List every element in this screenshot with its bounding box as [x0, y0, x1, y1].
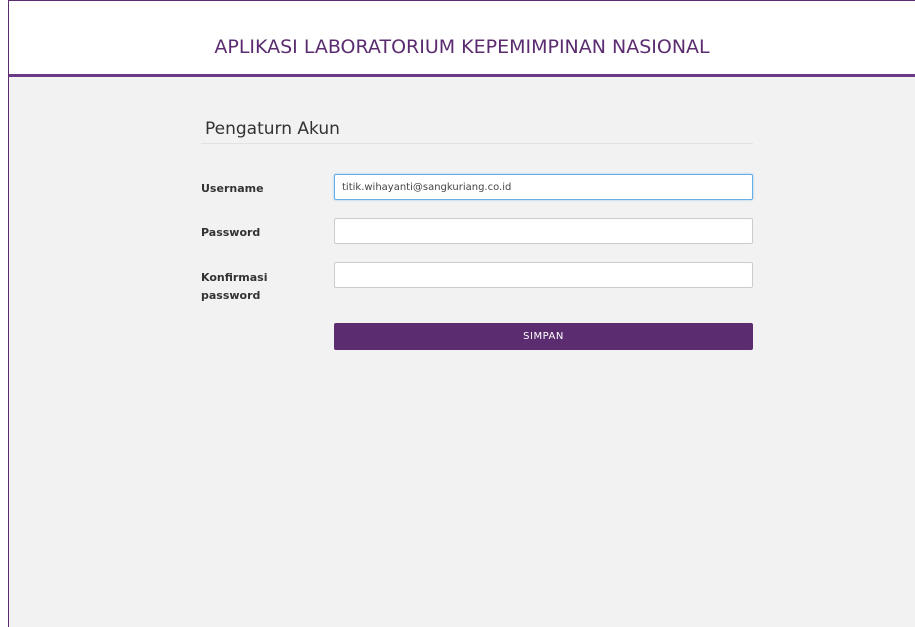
app-frame: APLIKASI LABORATORIUM KEPEMIMPINAN NASIO…	[8, 0, 915, 627]
title-divider	[201, 143, 753, 144]
username-input[interactable]	[334, 174, 753, 200]
app-title: APLIKASI LABORATORIUM KEPEMIMPINAN NASIO…	[214, 36, 710, 58]
save-button[interactable]: SIMPAN	[334, 323, 753, 350]
form-title: Pengaturn Akun	[205, 119, 340, 139]
username-label: Username	[201, 182, 264, 195]
app-header: APLIKASI LABORATORIUM KEPEMIMPINAN NASIO…	[9, 1, 915, 77]
password-label: Password	[201, 226, 261, 239]
confirm-password-input[interactable]	[334, 262, 753, 288]
password-input[interactable]	[334, 218, 753, 244]
confirm-password-label: Konfirmasi password	[201, 271, 268, 302]
